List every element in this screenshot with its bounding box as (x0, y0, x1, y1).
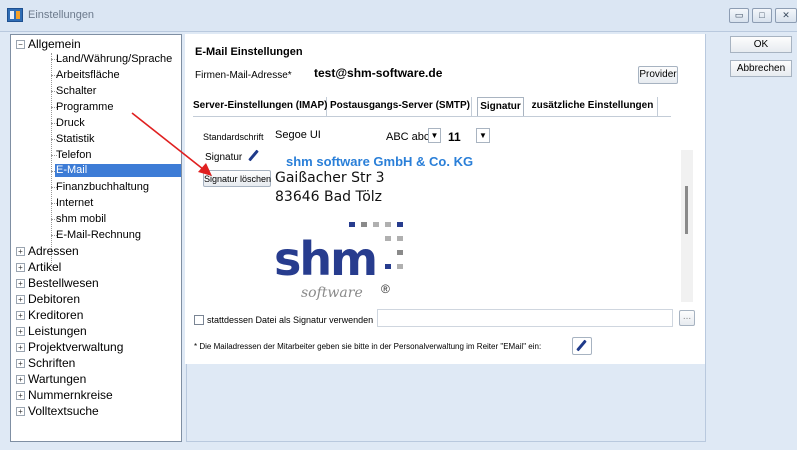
maximize-button[interactable]: □ (752, 8, 772, 23)
tab-imap[interactable]: Server-Einstellungen (IMAP) (193, 97, 327, 117)
app-icon (7, 8, 23, 22)
expand-icon[interactable]: + (16, 375, 25, 384)
font-size-dropdown-arrow[interactable]: ▼ (476, 128, 490, 143)
expand-icon[interactable]: + (16, 295, 25, 304)
tree-node-allgemein[interactable]: − Allgemein (16, 37, 81, 51)
logo-square (385, 264, 391, 269)
font-size-value[interactable]: 11 (448, 130, 461, 144)
tree-node-wartungen[interactable]: + Wartungen (16, 372, 86, 386)
expand-icon[interactable]: + (16, 391, 25, 400)
expand-icon[interactable]: + (16, 263, 25, 272)
window-title: Einstellungen (28, 9, 95, 21)
tree-item-telefon[interactable]: Telefon (56, 149, 91, 162)
section-title: E-Mail Einstellungen (195, 46, 303, 58)
tree-item-arbeitsflaeche[interactable]: Arbeitsfläche (56, 69, 120, 82)
expand-icon[interactable]: + (16, 327, 25, 336)
logo-square (385, 222, 391, 227)
ok-button[interactable]: OK (730, 36, 792, 53)
logo-square (373, 222, 379, 227)
standard-font-label: Standardschrift (203, 132, 264, 142)
expand-icon[interactable]: + (16, 359, 25, 368)
firm-mail-input[interactable]: test@shm-software.de (308, 64, 634, 83)
expand-icon[interactable]: + (16, 343, 25, 352)
logo-square (397, 264, 403, 269)
expand-icon[interactable]: + (16, 247, 25, 256)
tree-item-druck[interactable]: Druck (56, 117, 85, 130)
edit-signature-icon[interactable] (246, 148, 262, 164)
signature-file-input[interactable] (377, 309, 673, 327)
logo-square (397, 250, 403, 255)
tree-node-leistungen[interactable]: + Leistungen (16, 324, 87, 338)
settings-tree: − Allgemein Land/Währung/Sprache Arbeitsf… (10, 34, 182, 442)
close-button[interactable]: ✕ (775, 8, 797, 23)
logo-square (385, 236, 391, 241)
logo-square (397, 236, 403, 241)
tree-node-artikel[interactable]: + Artikel (16, 260, 61, 274)
pencil-icon (574, 338, 590, 354)
tab-additional-settings[interactable]: zusätzliche Einstellungen (528, 97, 658, 117)
logo-square (397, 222, 403, 227)
logo-subtitle: software (301, 285, 363, 301)
use-file-checkbox[interactable] (194, 315, 204, 325)
tree-item-finanzbuchhaltung[interactable]: Finanzbuchhaltung (56, 181, 149, 194)
tab-underline (193, 116, 671, 117)
edit-employee-mail-button[interactable] (572, 337, 592, 355)
tree-item-email[interactable]: E-Mail (55, 164, 181, 177)
firm-mail-label: Firmen-Mail-Adresse* (195, 70, 292, 81)
tree-node-kreditoren[interactable]: + Kreditoren (16, 308, 83, 322)
font-dropdown-arrow[interactable]: ▼ (428, 128, 441, 143)
logo-wordmark: shm (274, 232, 378, 286)
minimize-button[interactable]: ▭ (729, 8, 749, 23)
tree-node-adressen[interactable]: + Adressen (16, 244, 79, 258)
tree-item-programme[interactable]: Programme (56, 101, 113, 114)
title-bar: Einstellungen ▭ □ ✕ (0, 0, 797, 32)
delete-signature-button[interactable]: Signatur löschen (203, 170, 271, 187)
tree-node-debitoren[interactable]: + Debitoren (16, 292, 80, 306)
tree-item-email-rechnung[interactable]: E-Mail-Rechnung (56, 229, 141, 242)
logo-registered-mark: ® (381, 282, 390, 296)
expand-icon[interactable]: + (16, 311, 25, 320)
logo-square (349, 222, 355, 227)
expand-icon[interactable]: + (16, 407, 25, 416)
browse-file-button[interactable]: ... (679, 310, 695, 326)
signature-city: 83646 Bad Tölz (275, 189, 383, 205)
tree-node-nummernkreise[interactable]: + Nummernkreise (16, 388, 113, 402)
tree-item-internet[interactable]: Internet (56, 197, 93, 210)
expand-icon[interactable]: + (16, 279, 25, 288)
tree-node-projektverwaltung[interactable]: + Projektverwaltung (16, 340, 123, 354)
tree-node-volltextsuche[interactable]: + Volltextsuche (16, 404, 99, 418)
use-file-label: stattdessen Datei als Signatur verwenden (207, 315, 374, 325)
signature-street: Gaißacher Str 3 (275, 170, 385, 186)
signature-scroll-thumb[interactable] (685, 186, 688, 234)
tab-signature[interactable]: Signatur (477, 97, 524, 117)
cancel-button[interactable]: Abbrechen (730, 60, 792, 77)
signature-label: Signatur (205, 152, 243, 163)
tree-node-schriften[interactable]: + Schriften (16, 356, 75, 370)
logo-square (361, 222, 367, 227)
collapse-icon[interactable]: − (16, 40, 25, 49)
provider-button[interactable]: Provider (638, 66, 678, 84)
tree-item-shm-mobil[interactable]: shm mobil (56, 213, 106, 226)
tab-smtp[interactable]: Postausgangs-Server (SMTP) (329, 97, 472, 117)
font-preview: ABC abc (386, 131, 430, 143)
tree-item-schalter[interactable]: Schalter (56, 85, 96, 98)
signature-company: shm software GmbH & Co. KG (286, 154, 474, 169)
font-name-select[interactable]: Segoe UI (271, 127, 471, 145)
tree-item-statistik[interactable]: Statistik (56, 133, 95, 146)
tree-node-bestellwesen[interactable]: + Bestellwesen (16, 276, 99, 290)
tree-item-land-waehrung[interactable]: Land/Währung/Sprache (56, 53, 172, 66)
footnote-text: * Die Mailadressen der Mitarbeiter geben… (194, 342, 542, 351)
